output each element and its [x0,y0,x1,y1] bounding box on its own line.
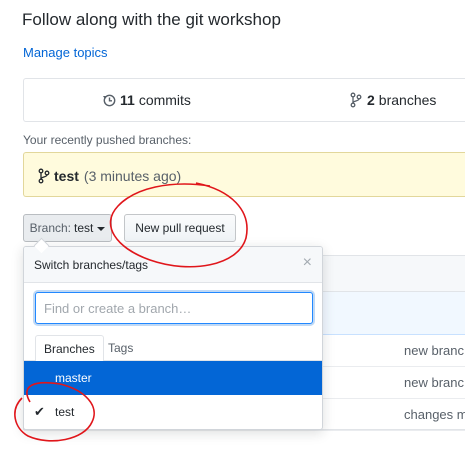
branches-count: 2 [367,92,375,108]
branches-label: branches [378,92,437,108]
branch-item-label: master [55,371,92,385]
check-icon: ✔ [34,404,45,419]
dropdown-tabs: Branches Tags [24,335,322,362]
recently-pushed-box: test (3 minutes ago) [23,152,465,197]
manage-topics-link[interactable]: Manage topics [23,45,108,60]
branch-filter-input[interactable] [35,292,313,324]
recent-branch-name[interactable]: test [54,168,79,184]
history-icon [103,94,116,107]
branch-select-prefix: Branch: [29,221,71,235]
branch-select-button[interactable]: Branch: test [23,214,112,242]
commit-message[interactable]: new branc [404,343,464,358]
commit-message[interactable]: new branc [404,375,464,390]
branch-switch-dropdown: Switch branches/tags × Branches Tags mas… [23,246,323,430]
chevron-down-icon [97,226,106,231]
git-branch-icon [350,92,362,108]
branches-stat[interactable]: 2 branches [349,92,436,108]
branch-item-master[interactable]: master [24,361,322,395]
commits-stat[interactable]: 11 commits [102,92,191,108]
branch-item-label: test [55,405,75,419]
tab-tags[interactable]: Tags [100,335,141,361]
tab-branches[interactable]: Branches [35,335,104,362]
numbers-summary-bar: 11 commits 2 branches [23,78,465,122]
close-icon[interactable]: × [303,255,312,271]
recent-branch: test (3 minutes ago) [38,168,181,184]
commit-message[interactable]: changes m [404,407,465,422]
branch-select-value: test [74,221,94,235]
git-branch-icon [38,168,50,184]
commits-label: commits [138,92,191,108]
dropdown-title: Switch branches/tags [34,258,149,272]
recent-branch-time: (3 minutes ago) [83,168,182,184]
dropdown-header: Switch branches/tags × [24,247,322,283]
new-pull-request-button[interactable]: New pull request [124,214,236,242]
repo-description: Follow along with the git workshop [22,10,281,29]
branch-item-test[interactable]: ✔ test [24,395,322,429]
recent-branches-label: Your recently pushed branches: [23,133,192,147]
commits-count: 11 [120,92,135,108]
